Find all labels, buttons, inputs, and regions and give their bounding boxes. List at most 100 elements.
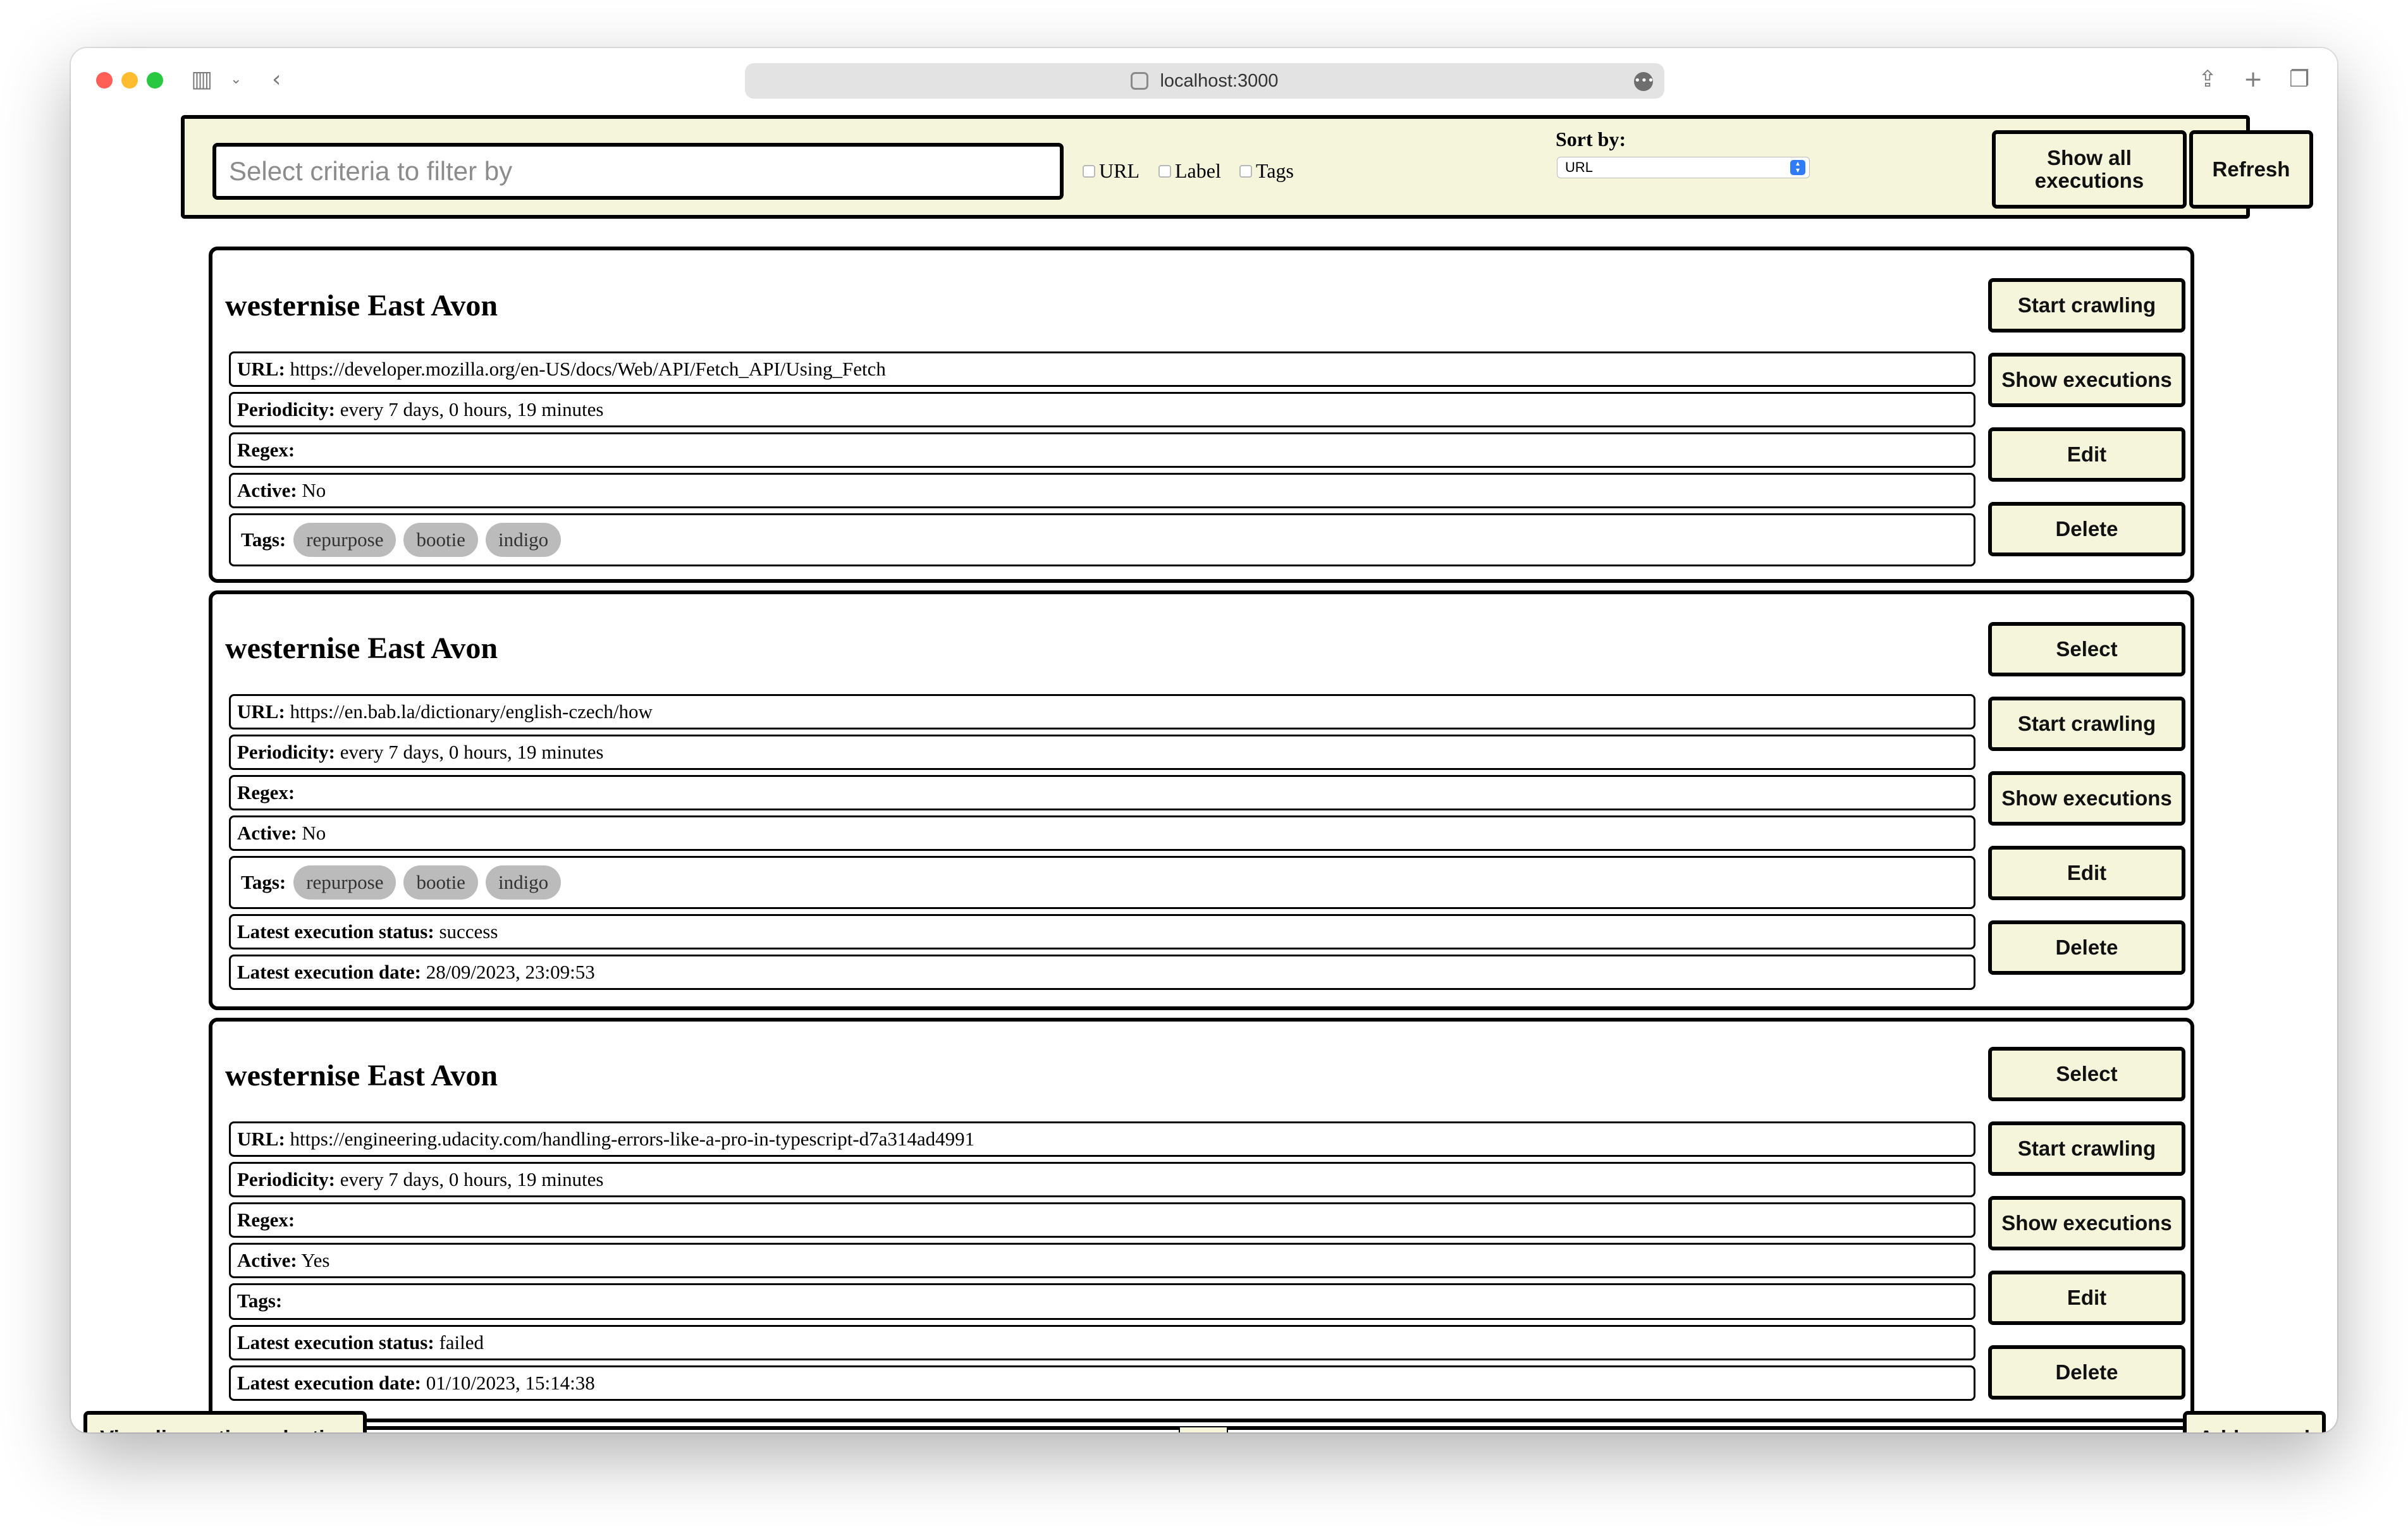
- record-active-field: Active: No: [229, 815, 1975, 851]
- record-latest-status-field: Latest execution status: success: [229, 914, 1975, 949]
- record-latest-date-field: Latest execution date: 01/10/2023, 15:14…: [229, 1365, 1975, 1401]
- field-label: URL:: [237, 358, 285, 380]
- pagination-page[interactable]: 1: [1179, 1426, 1228, 1432]
- field-label: Tags:: [241, 871, 286, 893]
- browser-window: ▥ ⌄ ‹ localhost:3000 ••• ⇪ + ❐ Select cr…: [71, 48, 2337, 1432]
- select-button[interactable]: Select: [1988, 1047, 2185, 1101]
- close-window-button[interactable]: [96, 72, 113, 89]
- record-active-field: Active: Yes: [229, 1243, 1975, 1278]
- visualize-active-selection-button[interactable]: Visualize active selection: [83, 1411, 367, 1432]
- field-label: Active:: [237, 1249, 297, 1271]
- site-icon: [1131, 72, 1149, 90]
- field-value: https://engineering.udacity.com/handling…: [290, 1128, 975, 1150]
- address-text: localhost:3000: [1160, 70, 1279, 91]
- field-value: every 7 days, 0 hours, 19 minutes: [340, 1168, 604, 1190]
- show-executions-button[interactable]: Show executions: [1988, 1196, 2185, 1250]
- edit-button[interactable]: Edit: [1988, 846, 2185, 900]
- record-tags-field: Tags: repurpose bootie indigo: [229, 856, 1975, 909]
- tag-chip: repurpose: [293, 865, 396, 900]
- delete-button[interactable]: Delete: [1988, 502, 2185, 556]
- start-crawling-button[interactable]: Start crawling: [1988, 697, 2185, 751]
- checkbox-label: Tags: [1256, 159, 1294, 182]
- edit-button[interactable]: Edit: [1988, 1271, 2185, 1325]
- zoom-window-button[interactable]: [147, 72, 163, 89]
- sort-by-label: Sort by:: [1556, 128, 1626, 150]
- back-icon[interactable]: ‹: [272, 66, 281, 94]
- tab-overview-icon[interactable]: ❐: [2289, 66, 2309, 94]
- field-value: Yes: [301, 1249, 330, 1271]
- filter-checkbox-url[interactable]: URL: [1083, 159, 1140, 183]
- field-label: URL:: [237, 1128, 285, 1150]
- field-label: Tags:: [241, 528, 286, 551]
- record-periodicity-field: Periodicity: every 7 days, 0 hours, 19 m…: [229, 735, 1975, 770]
- record-title: westernise East Avon: [225, 1059, 498, 1092]
- chevron-down-icon[interactable]: ⌄: [230, 66, 242, 94]
- record-latest-date-field: Latest execution date: 28/09/2023, 23:09…: [229, 955, 1975, 990]
- record-periodicity-field: Periodicity: every 7 days, 0 hours, 19 m…: [229, 392, 1975, 427]
- field-value: https://developer.mozilla.org/en-US/docs…: [290, 358, 886, 380]
- field-value: success: [439, 920, 498, 943]
- show-executions-button[interactable]: Show executions: [1988, 771, 2185, 826]
- record-tags-field: Tags: repurpose bootie indigo: [229, 513, 1975, 566]
- select-button[interactable]: Select: [1988, 622, 2185, 676]
- field-label: Regex:: [237, 439, 295, 461]
- edit-button[interactable]: Edit: [1988, 427, 2185, 482]
- filter-checkbox-tags[interactable]: Tags: [1239, 159, 1294, 183]
- record-regex-field: Regex:: [229, 432, 1975, 468]
- record-card: westernise East Avon URL: https://en.bab…: [209, 590, 2194, 1010]
- checkbox-label: URL: [1099, 159, 1140, 182]
- tag-chip: bootie: [403, 865, 478, 900]
- record-url-field: URL: https://engineering.udacity.com/han…: [229, 1121, 1975, 1157]
- field-value: No: [302, 822, 326, 844]
- tag-chip: repurpose: [293, 523, 396, 557]
- field-label: URL:: [237, 700, 285, 723]
- checkbox[interactable]: [1158, 164, 1171, 178]
- delete-button[interactable]: Delete: [1988, 1345, 2185, 1400]
- field-label: Regex:: [237, 781, 295, 803]
- delete-button[interactable]: Delete: [1988, 920, 2185, 975]
- record-url-field: URL: https://developer.mozilla.org/en-US…: [229, 351, 1975, 387]
- filter-bar: Select criteria to filter by URL Label T…: [181, 115, 2313, 219]
- field-label: Periodicity:: [237, 1168, 335, 1190]
- field-label: Latest execution status:: [237, 1331, 434, 1353]
- start-crawling-button[interactable]: Start crawling: [1988, 1121, 2185, 1176]
- address-bar[interactable]: localhost:3000 •••: [745, 63, 1664, 99]
- record-title: westernise East Avon: [225, 632, 498, 665]
- select-arrows-icon: ▴ ▾: [1790, 159, 1805, 175]
- add-record-button[interactable]: Add record: [2183, 1411, 2326, 1432]
- record-periodicity-field: Periodicity: every 7 days, 0 hours, 19 m…: [229, 1162, 1975, 1197]
- field-label: Active:: [237, 479, 297, 501]
- sidebar-icon[interactable]: ▥: [191, 66, 212, 94]
- checkbox[interactable]: [1083, 164, 1095, 178]
- start-crawling-button[interactable]: Start crawling: [1988, 278, 2185, 333]
- field-value: 28/09/2023, 23:09:53: [426, 961, 595, 983]
- tag-chip: bootie: [403, 523, 478, 557]
- minimize-window-button[interactable]: [121, 72, 138, 89]
- checkbox-label: Label: [1175, 159, 1221, 182]
- show-executions-button[interactable]: Show executions: [1988, 353, 2185, 407]
- filter-input[interactable]: Select criteria to filter by: [212, 143, 1064, 200]
- field-label: Active:: [237, 822, 297, 844]
- sort-select-value: URL: [1565, 159, 1594, 175]
- show-all-executions-button[interactable]: Show all executions: [1992, 130, 2187, 209]
- field-label: Latest execution status:: [237, 920, 434, 943]
- field-label: Tags:: [237, 1290, 283, 1312]
- field-value: 01/10/2023, 15:14:38: [426, 1372, 595, 1394]
- record-regex-field: Regex:: [229, 775, 1975, 810]
- checkbox[interactable]: [1239, 164, 1252, 178]
- refresh-button[interactable]: Refresh: [2189, 130, 2313, 209]
- share-icon[interactable]: ⇪: [2198, 66, 2217, 94]
- filter-checkbox-label[interactable]: Label: [1158, 159, 1221, 183]
- field-label: Periodicity:: [237, 741, 335, 763]
- record-title: westernise East Avon: [225, 289, 498, 322]
- more-icon[interactable]: •••: [1634, 72, 1654, 91]
- sort-select[interactable]: URL ▴ ▾: [1557, 157, 1810, 178]
- new-tab-icon[interactable]: +: [2244, 66, 2263, 94]
- tag-chip: indigo: [485, 865, 562, 900]
- record-url-field: URL: https://en.bab.la/dictionary/englis…: [229, 694, 1975, 729]
- field-value: every 7 days, 0 hours, 19 minutes: [340, 398, 604, 420]
- record-tags-field: Tags:: [229, 1283, 1975, 1320]
- record-active-field: Active: No: [229, 473, 1975, 508]
- field-label: Regex:: [237, 1209, 295, 1231]
- record-card: westernise East Avon URL: https://develo…: [209, 247, 2194, 583]
